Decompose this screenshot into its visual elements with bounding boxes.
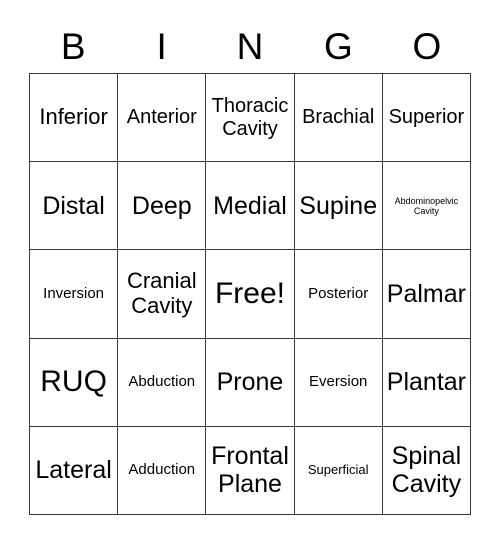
bingo-cell-label: Adduction xyxy=(128,460,196,478)
bingo-cell-label: Anterior xyxy=(126,106,197,129)
header-letter-g: G xyxy=(324,25,353,67)
bingo-cell-label: Spinal Cavity xyxy=(391,442,462,499)
bingo-cell-label: Lateral xyxy=(35,456,112,485)
bingo-cell-label: Abdominopelvic Cavity xyxy=(394,195,459,216)
bingo-cell-label: Cranial Cavity xyxy=(126,268,197,318)
bingo-cell[interactable]: Palmar xyxy=(382,250,471,339)
bingo-cell[interactable]: Cranial Cavity xyxy=(118,250,207,339)
bingo-cell-label: Supine xyxy=(299,191,378,220)
bingo-cell[interactable]: Medial xyxy=(206,162,295,251)
bingo-cell[interactable]: Eversion xyxy=(294,338,383,427)
bingo-cell-label: Inferior xyxy=(39,104,108,130)
bingo-cell-label: RUQ xyxy=(40,365,107,399)
bingo-cell-label: Distal xyxy=(42,191,105,220)
bingo-card: B I N G O Inferior Anterior Thoracic Cavit… xyxy=(0,0,500,544)
bingo-header: B I N G O xyxy=(29,22,471,70)
bingo-cell[interactable]: Inferior xyxy=(30,74,119,163)
bingo-cell-free[interactable]: Free! xyxy=(206,250,295,339)
header-letter-b: B xyxy=(60,25,86,67)
bingo-cell[interactable]: Adduction xyxy=(118,426,207,515)
bingo-cell-label: Thoracic Cavity xyxy=(211,95,289,140)
bingo-cell-label: Prone xyxy=(216,368,284,397)
bingo-cell[interactable]: Lateral xyxy=(30,426,119,515)
bingo-cell[interactable]: Frontal Plane xyxy=(206,426,295,515)
header-letter-i: I xyxy=(156,25,167,67)
bingo-cell[interactable]: Plantar xyxy=(382,338,471,427)
bingo-cell[interactable]: Prone xyxy=(206,338,295,427)
bingo-cell[interactable]: Thoracic Cavity xyxy=(206,74,295,163)
header-letter-n: N xyxy=(236,25,264,67)
bingo-cell[interactable]: Brachial xyxy=(294,74,383,163)
bingo-cell[interactable]: RUQ xyxy=(30,338,119,427)
bingo-cell[interactable]: Distal xyxy=(30,162,119,251)
bingo-cell[interactable]: Spinal Cavity xyxy=(382,426,471,515)
bingo-cell-label: Medial xyxy=(213,191,287,220)
bingo-cell-label: Frontal Plane xyxy=(211,442,289,499)
bingo-cell-label: Free! xyxy=(214,277,285,311)
header-letter-o: O xyxy=(412,25,442,67)
bingo-cell-label: Palmar xyxy=(386,279,466,308)
bingo-cell-label: Eversion xyxy=(309,372,368,390)
bingo-cell[interactable]: Superficial xyxy=(294,426,383,515)
bingo-cell-label: Brachial xyxy=(302,106,375,129)
bingo-cell-label: Plantar xyxy=(386,368,466,397)
bingo-cell[interactable]: Inversion xyxy=(30,250,119,339)
bingo-cell[interactable]: Abdominopelvic Cavity xyxy=(382,162,471,251)
bingo-cell[interactable]: Supine xyxy=(294,162,383,251)
bingo-grid: Inferior Anterior Thoracic Cavity Brachial S… xyxy=(29,73,471,515)
bingo-cell-label: Posterior xyxy=(308,284,369,302)
bingo-cell[interactable]: Superior xyxy=(382,74,471,163)
bingo-cell-label: Deep xyxy=(131,191,192,220)
bingo-cell[interactable]: Deep xyxy=(118,162,207,251)
bingo-cell[interactable]: Abduction xyxy=(118,338,207,427)
bingo-cell-label: Abduction xyxy=(128,372,196,390)
bingo-cell-label: Inversion xyxy=(43,284,105,302)
bingo-cell[interactable]: Anterior xyxy=(118,74,207,163)
bingo-cell-label: Superior xyxy=(388,106,465,129)
bingo-cell-label: Superficial xyxy=(307,462,369,478)
bingo-cell[interactable]: Posterior xyxy=(294,250,383,339)
